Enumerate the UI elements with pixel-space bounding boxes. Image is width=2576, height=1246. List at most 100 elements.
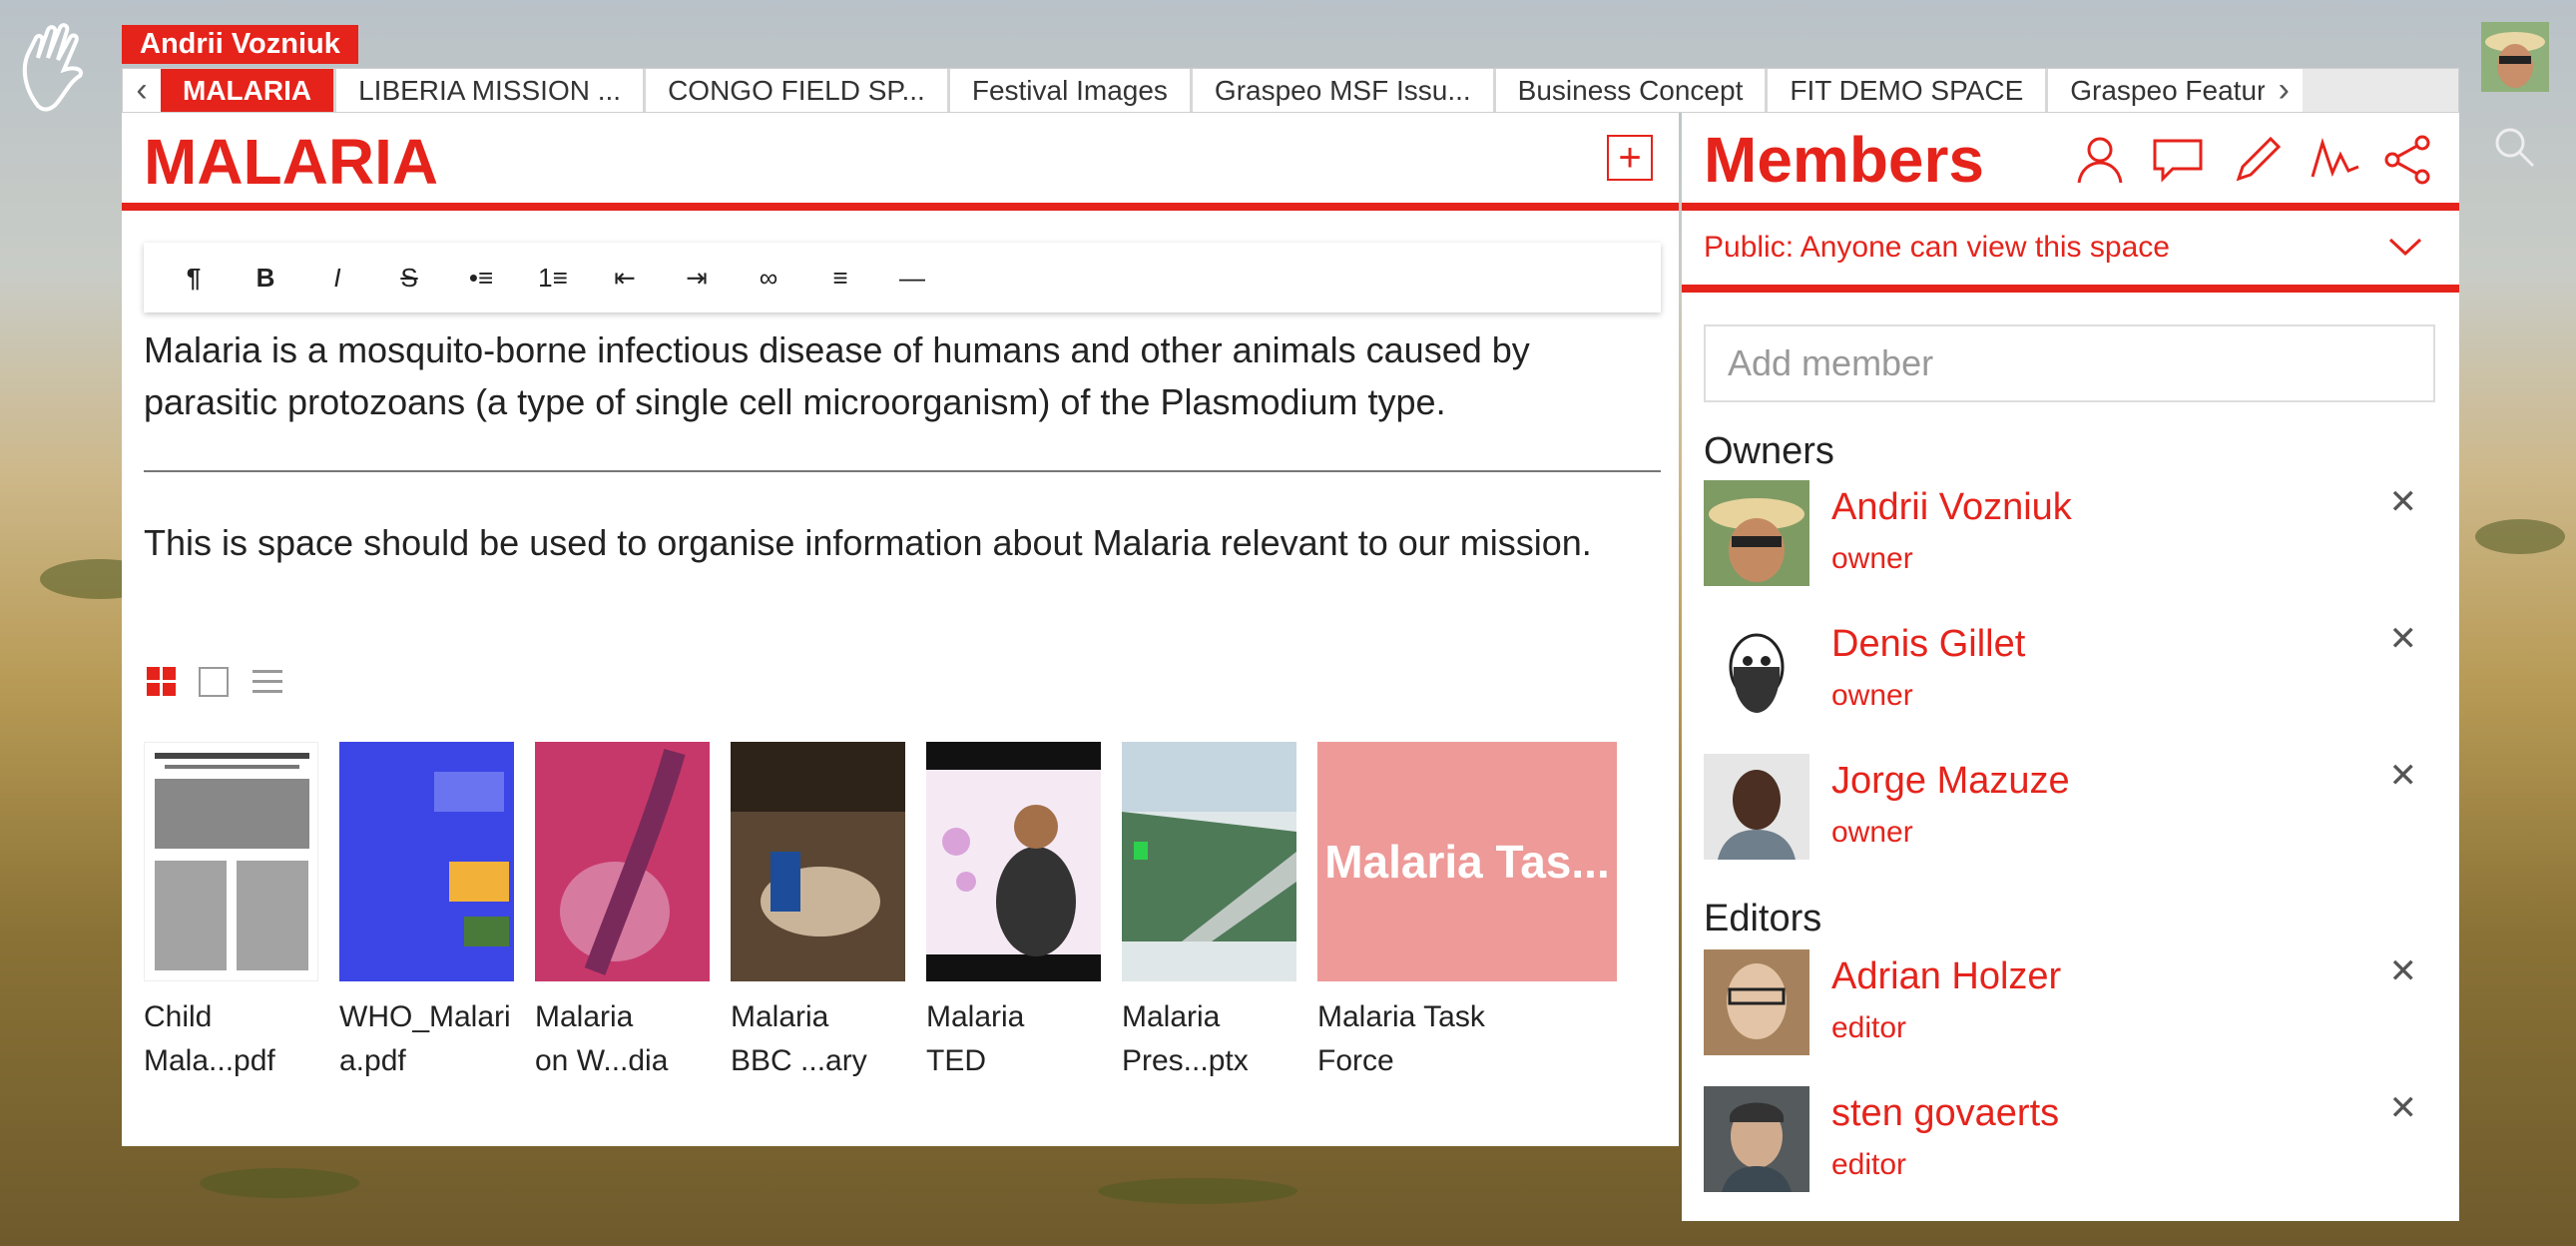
member-name[interactable]: Adrian Holzer — [1831, 955, 2061, 998]
privacy-label: Public: Anyone can view this space — [1704, 231, 2170, 264]
member-row[interactable]: Denis Gillet owner ✕ — [1704, 617, 2437, 725]
file-name: Malaria BBC ...ary — [731, 1000, 867, 1077]
member-role: editor — [1831, 1148, 1907, 1181]
editors-heading: Editors — [1704, 898, 1822, 939]
outdent-button[interactable]: ⇤ — [589, 248, 661, 308]
title-underline — [122, 203, 1679, 211]
tab-festival-images[interactable]: Festival Images — [946, 69, 1190, 112]
member-name[interactable]: Denis Gillet — [1831, 623, 2025, 666]
close-icon[interactable]: ✕ — [2389, 951, 2418, 991]
tab-business-concept[interactable]: Business Concept — [1492, 69, 1766, 112]
members-title-underline — [1682, 203, 2459, 211]
file-item[interactable]: Malaria on W...dia — [535, 742, 710, 1083]
space-tab-bar: ‹ MALARIA LIBERIA MISSION ... CONGO FIEL… — [122, 68, 2459, 113]
owners-heading: Owners — [1704, 430, 1834, 472]
background-tree — [1098, 1178, 1297, 1204]
numbered-list-button[interactable]: 1≡ — [517, 248, 589, 308]
file-grid: Child Mala...pdf WHO_Malari a.pdf Malari… — [144, 742, 1617, 1083]
chat-icon[interactable] — [2151, 133, 2205, 187]
file-item[interactable]: WHO_Malari a.pdf — [339, 742, 514, 1083]
bullet-list-button[interactable]: •≡ — [445, 248, 517, 308]
file-item[interactable]: Child Mala...pdf — [144, 742, 318, 1083]
pdf-thumbnail — [339, 742, 514, 981]
member-row[interactable]: Adrian Holzer editor ✕ — [1704, 949, 2437, 1057]
horizontal-rule-button[interactable]: — — [876, 248, 948, 308]
member-row[interactable]: Andrii Vozniuk owner ✕ — [1704, 480, 2437, 588]
member-name[interactable]: Jorge Mazuze — [1831, 760, 2070, 803]
current-user-tag[interactable]: Andrii Vozniuk — [122, 25, 358, 64]
member-name[interactable]: Andrii Vozniuk — [1831, 486, 2072, 529]
close-icon[interactable]: ✕ — [2389, 619, 2418, 659]
file-name: Malaria Pres...ptx — [1122, 1000, 1249, 1077]
plus-square-icon[interactable]: + — [1607, 135, 1653, 181]
hand-logo-icon[interactable] — [18, 18, 94, 114]
space-note[interactable]: This is space should be used to organise… — [144, 517, 1661, 569]
italic-button[interactable]: I — [301, 248, 373, 308]
tab-malaria[interactable]: MALARIA — [161, 69, 334, 112]
avatar — [1704, 480, 1809, 586]
member-row[interactable]: Jorge Mazuze owner ✕ — [1704, 754, 2437, 862]
background-tree — [200, 1168, 359, 1198]
share-icon[interactable] — [2380, 133, 2434, 187]
member-role: owner — [1831, 816, 1913, 849]
chevron-right-icon[interactable]: › — [2265, 69, 2304, 112]
grid-view-icon[interactable] — [142, 662, 182, 702]
description-divider — [144, 470, 1661, 472]
avatar — [1704, 949, 1809, 1055]
single-view-icon[interactable] — [194, 662, 234, 702]
pencil-icon[interactable] — [2231, 133, 2285, 187]
space-description[interactable]: Malaria is a mosquito-borne infectious d… — [144, 324, 1661, 428]
file-name: Malaria TED — [926, 1000, 1025, 1077]
file-name: Malaria Task Force — [1317, 1000, 1485, 1077]
privacy-dropdown[interactable]: Public: Anyone can view this space — [1704, 231, 2422, 265]
chevron-left-icon[interactable]: ‹ — [123, 69, 161, 112]
file-item[interactable]: Malaria TED — [926, 742, 1101, 1083]
editor-toolbar: ¶ B I S •≡ 1≡ ⇤ ⇥ ∞ ≡ — — [144, 243, 1661, 312]
strikethrough-button[interactable]: S — [373, 248, 445, 308]
tab-fit-demo[interactable]: FIT DEMO SPACE — [1765, 69, 2046, 112]
image-thumbnail — [535, 742, 710, 981]
close-icon[interactable]: ✕ — [2389, 1088, 2418, 1128]
search-icon[interactable] — [2491, 124, 2537, 170]
task-thumbnail: Malaria Tas... — [1317, 742, 1617, 981]
privacy-underline — [1682, 285, 2459, 293]
presentation-thumbnail — [1122, 742, 1296, 981]
link-button[interactable]: ∞ — [733, 248, 804, 308]
file-item[interactable]: Malaria Pres...ptx — [1122, 742, 1296, 1083]
close-icon[interactable]: ✕ — [2389, 482, 2418, 522]
member-name[interactable]: sten govaerts — [1831, 1092, 2059, 1135]
member-role: owner — [1831, 679, 1913, 712]
file-item[interactable]: Malaria BBC ...ary — [731, 742, 905, 1083]
file-item[interactable]: Malaria Tas... Malaria Task Force — [1317, 742, 1617, 1083]
tab-graspeo-feature[interactable]: Graspeo Feature — [2045, 69, 2266, 112]
avatar — [1704, 1086, 1809, 1192]
align-button[interactable]: ≡ — [804, 248, 876, 308]
file-name: Child Mala...pdf — [144, 1000, 275, 1077]
list-view-icon[interactable] — [248, 662, 287, 702]
paragraph-button[interactable]: ¶ — [158, 248, 230, 308]
bold-button[interactable]: B — [230, 248, 301, 308]
video-thumbnail — [731, 742, 905, 981]
page-title: MALARIA — [144, 126, 439, 198]
avatar — [1704, 754, 1809, 860]
space-panel: MALARIA + ¶ B I S •≡ 1≡ ⇤ ⇥ ∞ ≡ — Malari… — [122, 113, 1679, 1146]
indent-button[interactable]: ⇥ — [661, 248, 733, 308]
tab-congo-field[interactable]: CONGO FIELD SP... — [643, 69, 947, 112]
member-row[interactable]: sten govaerts editor ✕ — [1704, 1086, 2437, 1194]
chevron-down-icon — [2388, 238, 2422, 257]
members-title: Members — [1704, 124, 1984, 196]
members-panel: Members Public: Anyone can view this spa… — [1682, 113, 2459, 1221]
file-name: WHO_Malari a.pdf — [339, 1000, 511, 1077]
activity-icon[interactable] — [2309, 133, 2362, 187]
person-icon[interactable] — [2073, 133, 2127, 187]
background-tree — [2475, 519, 2565, 554]
close-icon[interactable]: ✕ — [2389, 756, 2418, 796]
tab-graspeo-msf[interactable]: Graspeo MSF Issu... — [1189, 69, 1493, 112]
avatar — [1704, 617, 1809, 723]
tab-liberia-mission[interactable]: LIBERIA MISSION ... — [333, 69, 644, 112]
add-member-input[interactable]: Add member — [1704, 324, 2435, 402]
avatar[interactable] — [2481, 22, 2549, 92]
video-thumbnail — [926, 742, 1101, 981]
pdf-thumbnail — [144, 742, 318, 981]
member-role: owner — [1831, 542, 1913, 575]
